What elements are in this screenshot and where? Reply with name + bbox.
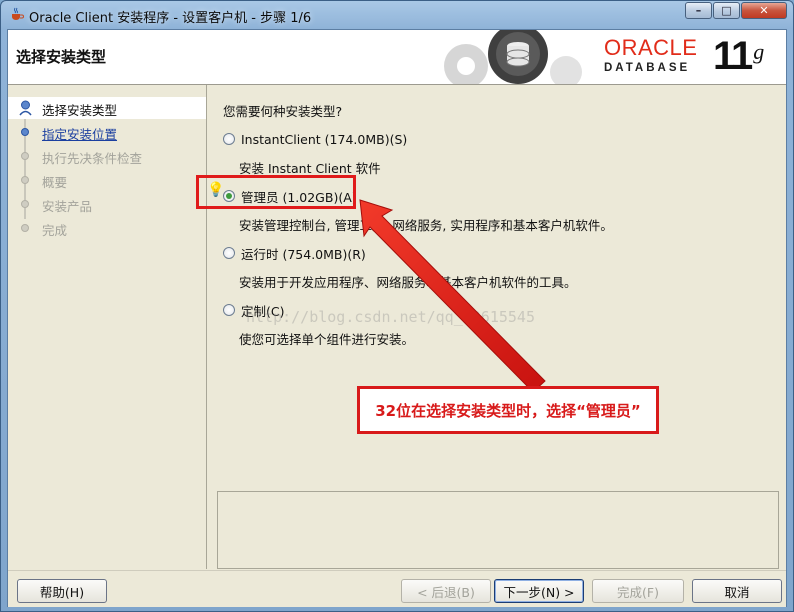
- step-prereq-check: 执行先决条件检查: [8, 145, 206, 167]
- window-title: Oracle Client 安装程序 - 设置客户机 - 步骤 1/6: [29, 11, 312, 26]
- option-label: InstantClient (174.0MB)(S): [241, 131, 408, 147]
- brand-subtitle: DATABASE: [604, 62, 691, 74]
- annotation-callout: 32位在选择安装类型时，选择“管理员”: [357, 386, 659, 434]
- steps-sidebar: 选择安装类型 指定安装位置 执行先决条件检查 概要 安装产品 完成: [8, 85, 207, 569]
- step-label: 完成: [42, 223, 68, 238]
- close-button[interactable]: ✕: [741, 2, 787, 19]
- option-desc-runtime: 安装用于开发应用程序、网络服务和基本客户机软件的工具。: [239, 275, 577, 290]
- maximize-button[interactable]: □: [713, 2, 740, 19]
- step-bullet-icon: [21, 200, 29, 208]
- step-bullet-icon: [21, 152, 29, 160]
- title-bar[interactable]: Oracle Client 安装程序 - 设置客户机 - 步骤 1/6 – □ …: [1, 1, 793, 29]
- step-label: 安装产品: [42, 199, 93, 214]
- step-install-location[interactable]: 指定安装位置: [8, 121, 206, 143]
- option-desc-administrator: 安装管理控制台, 管理工具, 网络服务, 实用程序和基本客户机软件。: [239, 218, 613, 233]
- details-textarea[interactable]: [217, 491, 779, 569]
- installer-window: Oracle Client 安装程序 - 设置客户机 - 步骤 1/6 – □ …: [0, 0, 794, 612]
- radio-instantclient[interactable]: [223, 133, 235, 145]
- version-suffix: g: [753, 39, 764, 64]
- help-button[interactable]: 帮助(H): [17, 579, 107, 603]
- option-instantclient[interactable]: InstantClient (174.0MB)(S): [223, 129, 407, 149]
- watermark-text: http://blog.csdn.net/qq_39615545: [246, 308, 535, 326]
- step-bullet-icon: [21, 176, 29, 184]
- main-content: 您需要何种安装类型? InstantClient (174.0MB)(S) 安装…: [207, 85, 786, 569]
- step-install-product: 安装产品: [8, 193, 206, 215]
- finish-button[interactable]: 完成(F): [592, 579, 684, 603]
- highlight-box: [196, 175, 356, 209]
- next-button[interactable]: 下一步(N) >: [494, 579, 584, 603]
- step-bullet-icon: [21, 128, 29, 136]
- cancel-button[interactable]: 取消: [692, 579, 782, 603]
- gears-graphic: [444, 30, 582, 84]
- radio-custom[interactable]: [223, 304, 235, 316]
- step-label: 概要: [42, 175, 68, 190]
- step-summary: 概要: [8, 169, 206, 191]
- step-select-install-type[interactable]: 选择安装类型: [8, 97, 206, 119]
- install-type-question: 您需要何种安装类型?: [223, 104, 343, 119]
- java-cup-icon: [12, 7, 24, 20]
- step-finish: 完成: [8, 217, 206, 239]
- header-banner: 选择安装类型 ORACLE DATABASE 11g: [8, 30, 786, 85]
- step-bullet-icon: [21, 224, 29, 232]
- step-label: 选择安装类型: [42, 103, 118, 118]
- option-desc-custom: 使您可选择单个组件进行安装。: [239, 332, 415, 347]
- footer-bar: 帮助(H) < 后退(B) 下一步(N) > 完成(F) 取消: [8, 570, 786, 607]
- radio-runtime[interactable]: [223, 247, 235, 259]
- back-button[interactable]: < 后退(B): [401, 579, 491, 603]
- version-logo: 11g: [713, 34, 764, 78]
- oracle-logo: ORACLE DATABASE: [604, 35, 698, 75]
- page-title: 选择安装类型: [16, 48, 107, 66]
- brand-name: ORACLE: [604, 35, 698, 60]
- option-label: 运行时 (754.0MB)(R): [241, 246, 366, 262]
- version-number: 11: [713, 34, 753, 78]
- option-runtime[interactable]: 运行时 (754.0MB)(R): [223, 243, 366, 263]
- current-step-icon: [19, 100, 32, 116]
- step-label: 执行先决条件检查: [42, 151, 143, 166]
- minimize-button[interactable]: –: [685, 2, 712, 19]
- step-label: 指定安装位置: [42, 127, 118, 142]
